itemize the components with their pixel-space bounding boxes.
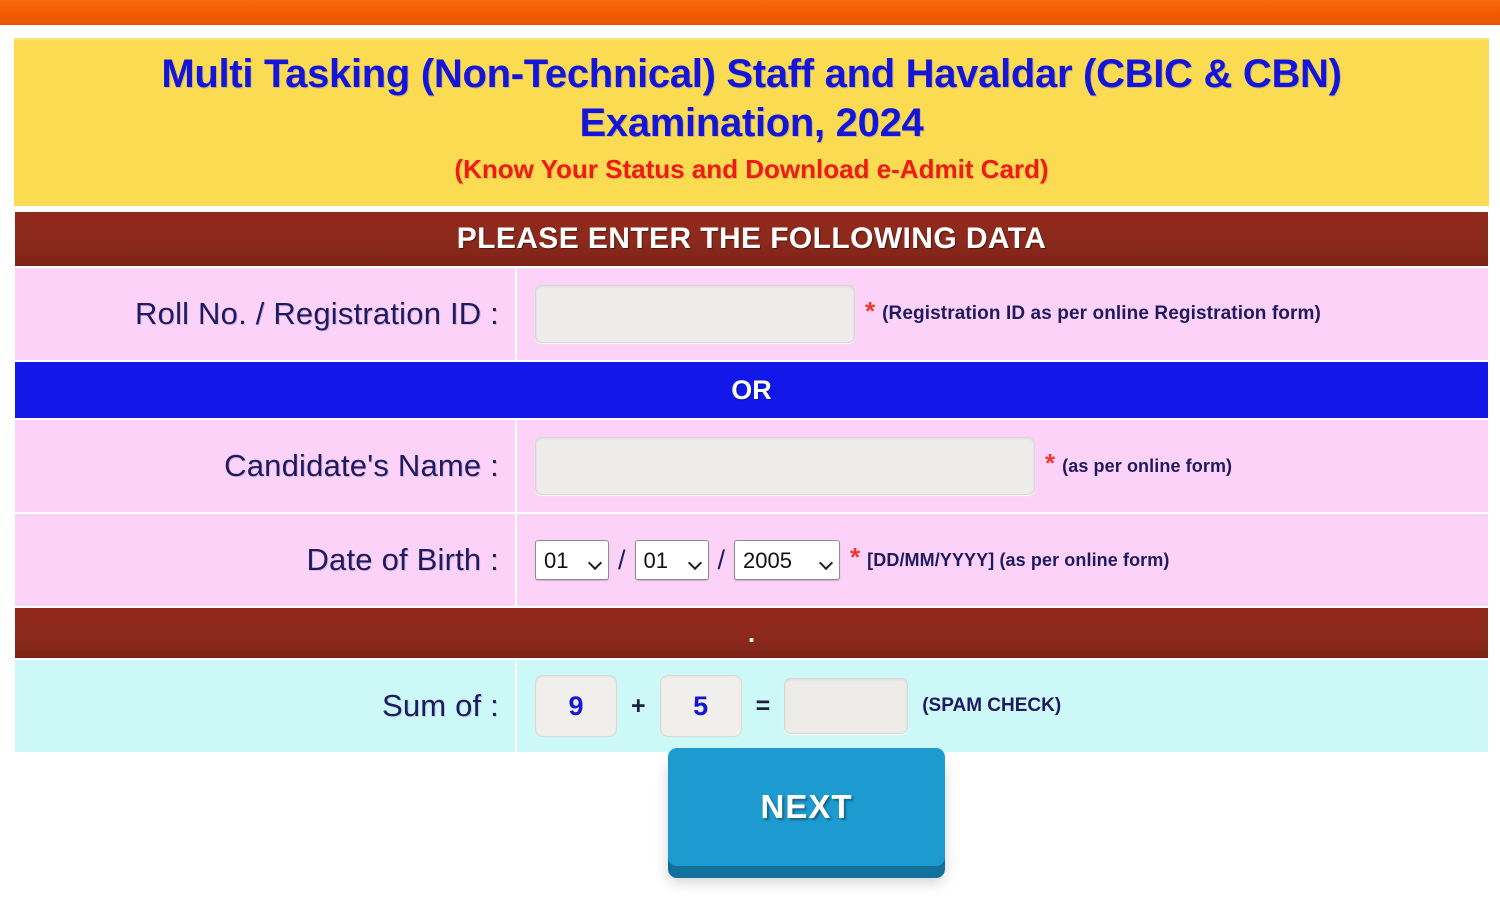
- spam-check-label: Sum of :: [15, 660, 515, 752]
- exam-title-banner: Multi Tasking (Non-Technical) Staff and …: [14, 38, 1489, 206]
- spam-operand-a: 9: [535, 675, 617, 737]
- page-title-line2: Examination, 2024: [579, 101, 924, 145]
- date-of-birth-hint: [DD/MM/YYYY] (as per online form): [867, 549, 1170, 570]
- dob-required-asterisk: *: [850, 542, 861, 572]
- candidate-form-table: PLEASE ENTER THE FOLLOWING DATA Roll No.…: [13, 210, 1490, 754]
- spam-answer-input[interactable]: [784, 678, 909, 734]
- candidate-name-row: Candidate's Name : * (as per online form…: [15, 420, 1488, 512]
- spam-equals-sign: =: [755, 691, 771, 720]
- dob-year-wrapper: 2005: [734, 540, 841, 580]
- name-required-asterisk: *: [1045, 448, 1056, 478]
- roll-number-field-cell: * (Registration ID as per online Registr…: [517, 268, 1488, 360]
- date-of-birth-field-cell: 01 / 01 / 2005 * [DD/MM/YYYY] (as per on…: [517, 514, 1488, 606]
- page-subtitle: (Know Your Status and Download e-Admit C…: [454, 154, 1049, 184]
- section-header: PLEASE ENTER THE FOLLOWING DATA: [15, 212, 1488, 266]
- spam-check-field-cell: 9 + 5 = (SPAM CHECK): [517, 660, 1488, 752]
- dot-divider-row: .: [15, 608, 1488, 658]
- dob-separator-2: /: [717, 544, 726, 575]
- page-title: Multi Tasking (Non-Technical) Staff and …: [14, 50, 1489, 148]
- or-divider-row: OR: [15, 362, 1488, 418]
- section-header-row: PLEASE ENTER THE FOLLOWING DATA: [15, 212, 1488, 266]
- spam-check-row: Sum of : 9 + 5 = (SPAM CHECK): [15, 660, 1488, 752]
- candidate-name-label: Candidate's Name :: [15, 420, 515, 512]
- roll-number-hint: (Registration ID as per online Registrat…: [882, 303, 1321, 324]
- roll-number-input[interactable]: [535, 285, 855, 343]
- roll-number-label: Roll No. / Registration ID :: [15, 268, 515, 360]
- spam-check-note: (SPAM CHECK): [922, 695, 1062, 716]
- dob-day-select[interactable]: 01: [535, 540, 609, 580]
- dob-year-select[interactable]: 2005: [734, 540, 841, 580]
- candidate-name-input[interactable]: [535, 437, 1035, 495]
- dob-separator-1: /: [618, 544, 626, 575]
- candidate-name-hint: (as per online form): [1062, 455, 1233, 476]
- date-of-birth-row: Date of Birth : 01 / 01 / 2005 * [DD/MM/…: [15, 514, 1488, 606]
- next-button[interactable]: NEXT: [668, 748, 945, 866]
- dob-month-select[interactable]: 01: [634, 540, 709, 580]
- roll-number-row: Roll No. / Registration ID : * (Registra…: [15, 268, 1488, 360]
- spam-operator-plus: +: [631, 691, 646, 720]
- dob-month-wrapper: 01: [634, 540, 709, 580]
- candidate-name-field-cell: * (as per online form): [517, 420, 1488, 512]
- roll-required-asterisk: *: [865, 296, 876, 326]
- page-title-line1: Multi Tasking (Non-Technical) Staff and …: [161, 52, 1342, 96]
- top-orange-strip: [0, 0, 1500, 25]
- date-of-birth-label: Date of Birth :: [15, 514, 515, 606]
- page-root: Multi Tasking (Non-Technical) Staff and …: [0, 0, 1500, 900]
- or-divider: OR: [15, 362, 1488, 418]
- dob-day-wrapper: 01: [535, 540, 609, 580]
- spam-operand-b: 5: [659, 675, 742, 737]
- dot-divider: .: [15, 608, 1488, 658]
